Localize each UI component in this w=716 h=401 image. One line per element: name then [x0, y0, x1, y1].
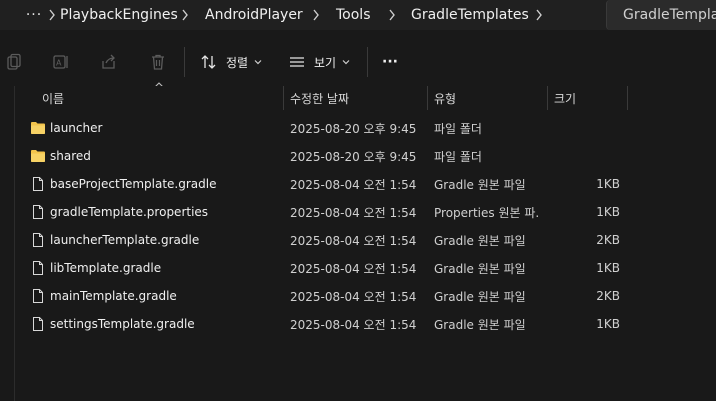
- file-type: Gradle 원본 파일: [434, 261, 526, 276]
- column-resize-handle[interactable]: [547, 86, 548, 110]
- breadcrumb: ··· PlaybackEngines AndroidPlayer Tools …: [0, 0, 716, 30]
- breadcrumb-item-androidplayer[interactable]: AndroidPlayer: [205, 0, 303, 30]
- chevron-down-icon: [254, 60, 262, 65]
- file-icon: [30, 205, 46, 219]
- file-modified: 2025-08-04 오전 1:54: [290, 205, 417, 220]
- file-row[interactable]: shared 2025-08-20 오후 9:45 파일 폴더: [0, 142, 716, 170]
- svg-text:A: A: [56, 59, 62, 68]
- column-resize-handle[interactable]: [427, 86, 428, 110]
- column-header-type[interactable]: 유형: [434, 86, 456, 110]
- file-row[interactable]: mainTemplate.gradle 2025-08-04 오전 1:54 Gra…: [0, 282, 716, 310]
- file-size: 2KB: [596, 233, 620, 247]
- file-row[interactable]: libTemplate.gradle 2025-08-04 오전 1:54 Grad…: [0, 254, 716, 282]
- trash-icon[interactable]: [148, 52, 168, 72]
- column-header-modified[interactable]: 수정한 날짜: [290, 86, 349, 110]
- sort-icon: [201, 55, 216, 69]
- chevron-right-icon[interactable]: [533, 0, 545, 30]
- file-type: Properties 원본 파...: [434, 205, 540, 220]
- file-name: shared: [50, 149, 91, 163]
- file-row[interactable]: baseProjectTemplate.gradle 2025-08-04 오전 …: [0, 170, 716, 198]
- file-row[interactable]: settingsTemplate.gradle 2025-08-04 오전 1:5…: [0, 310, 716, 338]
- chevron-right-icon[interactable]: [310, 0, 322, 30]
- breadcrumb-item-playbackengines[interactable]: PlaybackEngines: [60, 0, 178, 30]
- file-type: Gradle 원본 파일: [434, 177, 526, 192]
- column-resize-handle[interactable]: [283, 86, 284, 110]
- file-size: [560, 114, 620, 142]
- share-icon[interactable]: [99, 52, 119, 72]
- file-icon: [30, 177, 46, 191]
- file-modified: 2025-08-20 오후 9:45: [290, 121, 417, 136]
- chevron-right-icon[interactable]: [386, 0, 398, 30]
- file-type: Gradle 원본 파일: [434, 233, 526, 248]
- file-type: Gradle 원본 파일: [434, 317, 526, 332]
- file-type: 파일 폴더: [434, 149, 482, 164]
- file-size: 1KB: [596, 177, 620, 191]
- file-size: 1KB: [596, 317, 620, 331]
- toolbar-divider: [184, 47, 185, 77]
- file-modified: 2025-08-04 오전 1:54: [290, 233, 417, 248]
- view-list-icon: [290, 57, 304, 67]
- file-modified: 2025-08-04 오전 1:54: [290, 289, 417, 304]
- address-box[interactable]: GradleTemplat: [606, 0, 716, 30]
- file-icon: [30, 317, 46, 331]
- more-options-button[interactable]: ···: [382, 50, 398, 74]
- file-modified: 2025-08-04 오전 1:54: [290, 317, 417, 332]
- folder-icon: [30, 121, 46, 135]
- file-icon: [30, 261, 46, 275]
- chevron-right-icon[interactable]: [46, 0, 58, 30]
- file-row[interactable]: gradleTemplate.properties 2025-08-04 오전 1…: [0, 198, 716, 226]
- file-modified: 2025-08-20 오후 9:45: [290, 149, 417, 164]
- chevron-right-icon[interactable]: [179, 0, 191, 30]
- file-name: launcher: [50, 121, 103, 135]
- file-size: 1KB: [596, 205, 620, 219]
- file-modified: 2025-08-04 오전 1:54: [290, 177, 417, 192]
- file-row[interactable]: launcherTemplate.gradle 2025-08-04 오전 1:5…: [0, 226, 716, 254]
- column-header-size[interactable]: 크기: [554, 86, 576, 110]
- file-size: [560, 142, 620, 170]
- command-bar: A 정렬 보기 ···: [0, 42, 716, 82]
- view-label: 보기: [314, 55, 337, 70]
- column-header: 이름 수정한 날짜 유형 크기: [0, 86, 716, 110]
- file-size: 1KB: [596, 261, 620, 275]
- copy-icon[interactable]: [4, 52, 24, 72]
- file-name: launcherTemplate.gradle: [50, 233, 200, 247]
- file-name: gradleTemplate.properties: [50, 205, 209, 219]
- column-resize-handle[interactable]: [627, 86, 628, 110]
- file-type: 파일 폴더: [434, 121, 482, 136]
- rename-icon[interactable]: A: [51, 52, 71, 72]
- column-header-name[interactable]: 이름: [42, 86, 64, 110]
- file-name: settingsTemplate.gradle: [50, 317, 195, 331]
- file-type: Gradle 원본 파일: [434, 289, 526, 304]
- file-name: baseProjectTemplate.gradle: [50, 177, 217, 191]
- file-modified: 2025-08-04 오전 1:54: [290, 261, 417, 276]
- breadcrumb-item-gradletemplates[interactable]: GradleTemplates: [411, 0, 529, 30]
- breadcrumb-more-button[interactable]: ···: [22, 0, 46, 30]
- sort-button[interactable]: 정렬: [200, 50, 262, 74]
- breadcrumb-item-tools[interactable]: Tools: [336, 0, 371, 30]
- file-icon: [30, 233, 46, 247]
- file-name: libTemplate.gradle: [50, 261, 162, 275]
- file-icon: [30, 289, 46, 303]
- file-name: mainTemplate.gradle: [50, 289, 177, 303]
- folder-icon: [30, 149, 46, 163]
- file-row[interactable]: launcher 2025-08-20 오후 9:45 파일 폴더: [0, 114, 716, 142]
- chevron-down-icon: [342, 60, 350, 65]
- toolbar-divider: [367, 47, 368, 77]
- view-button[interactable]: 보기: [288, 50, 350, 74]
- sort-label: 정렬: [226, 55, 249, 70]
- file-size: 2KB: [596, 289, 620, 303]
